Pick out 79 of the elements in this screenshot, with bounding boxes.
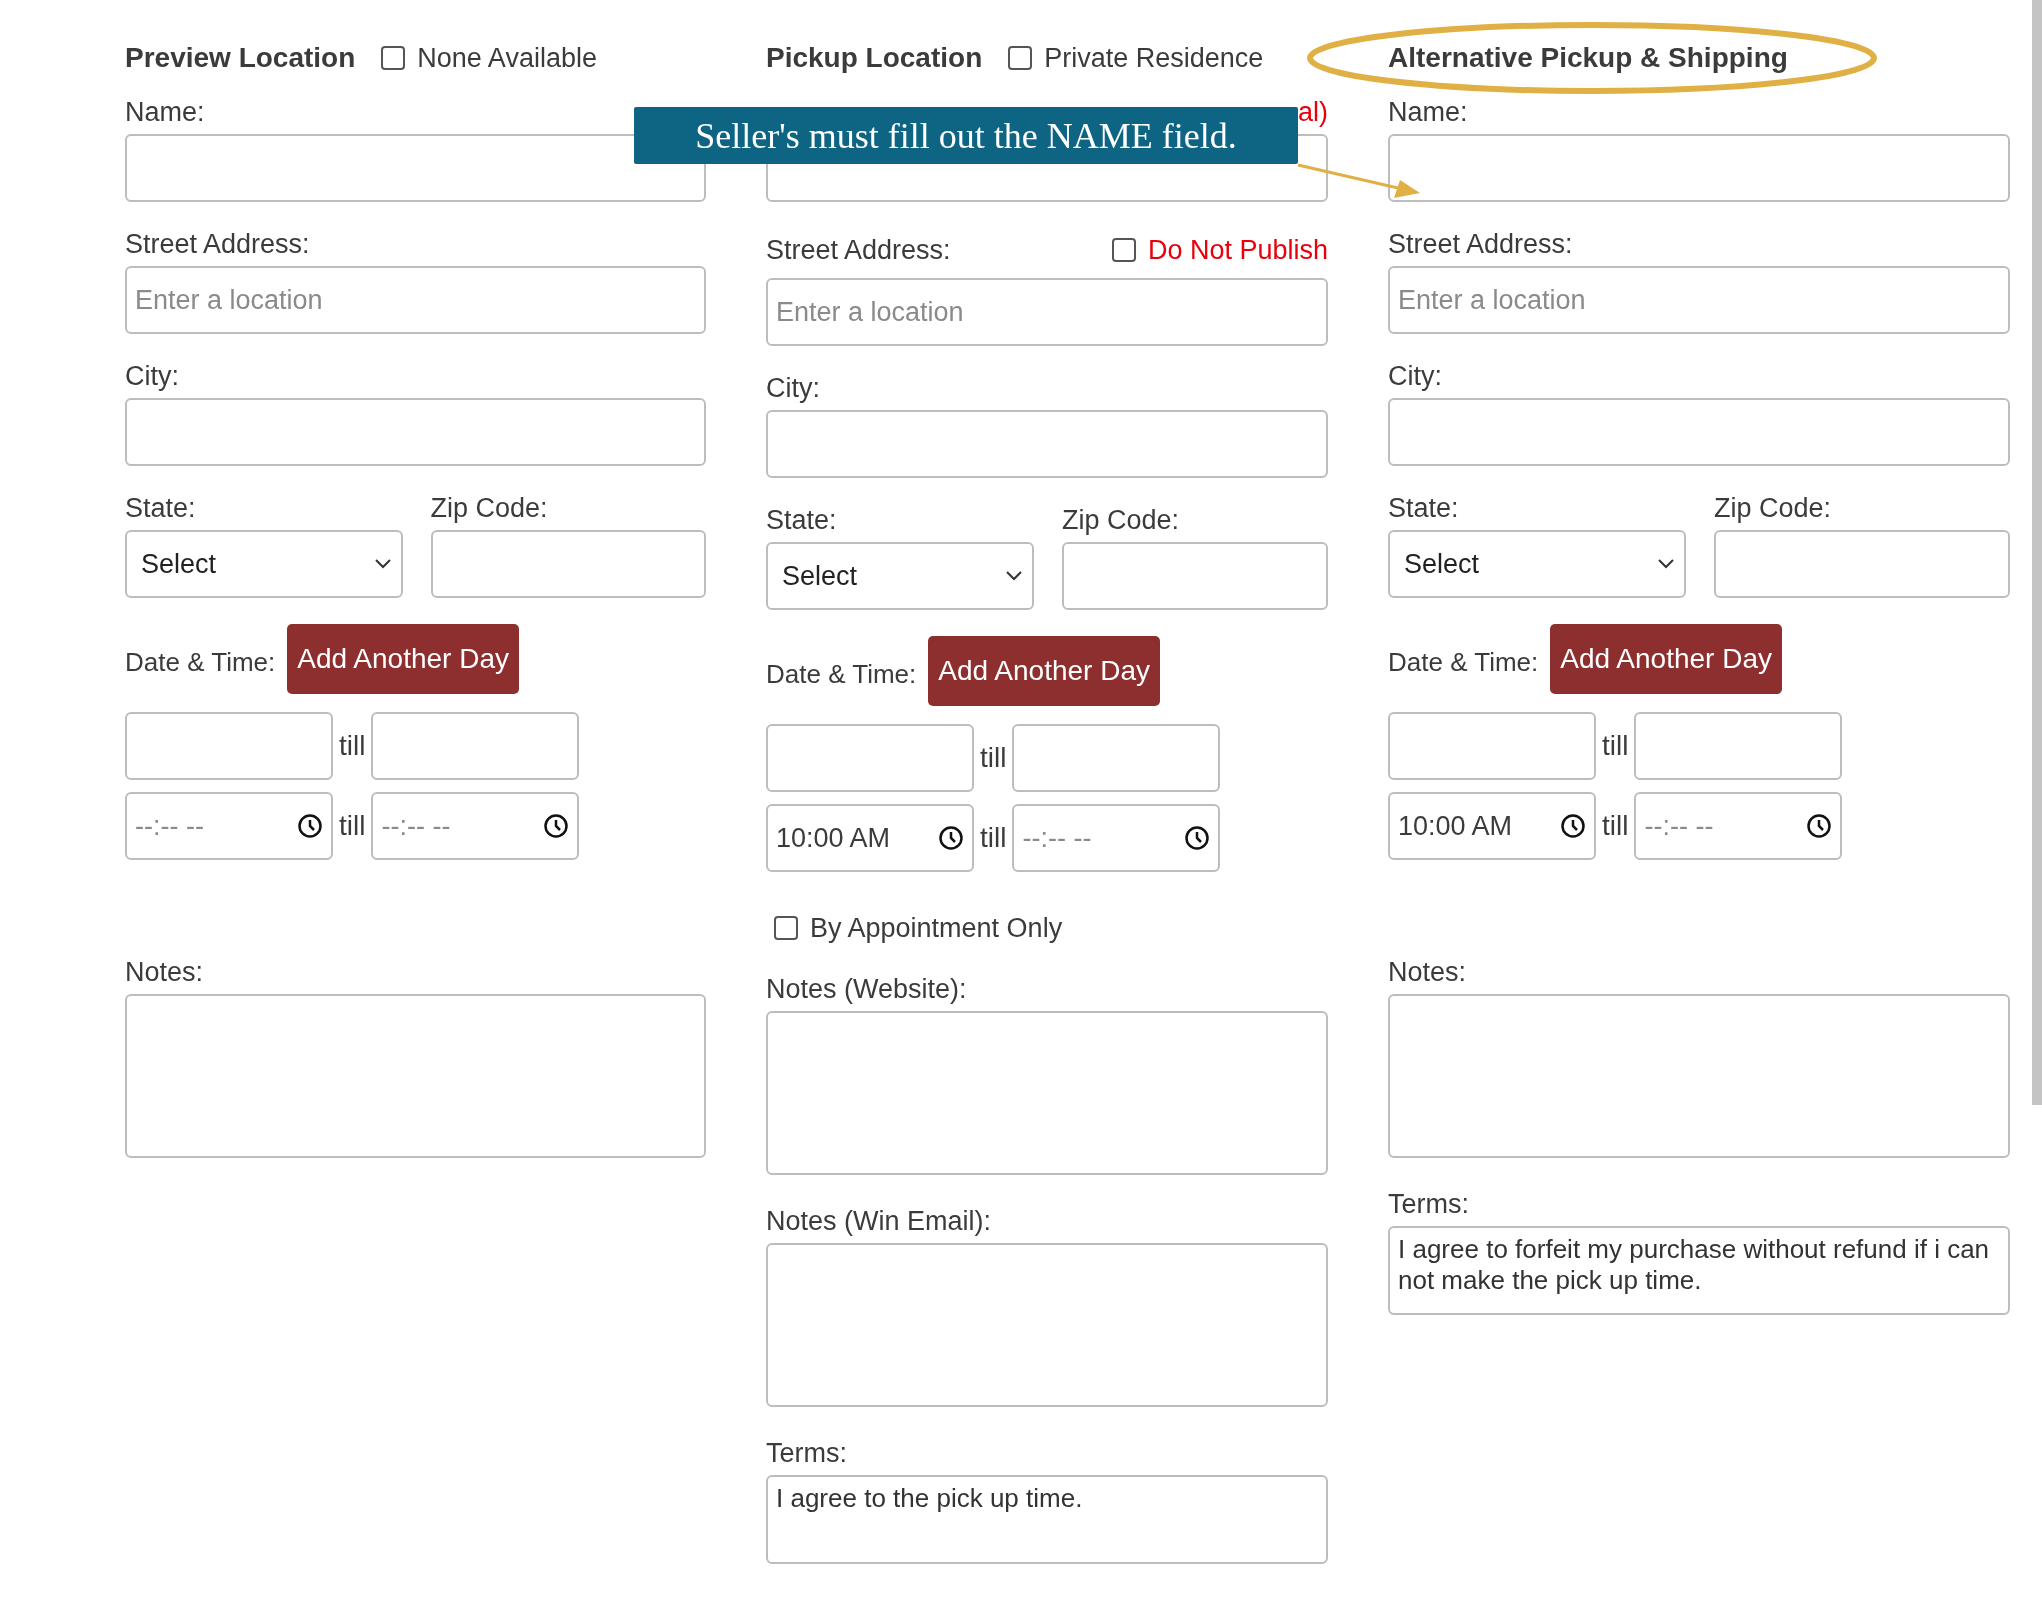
field-label: Notes (Website): [766,972,968,1005]
field-label: City: [125,360,179,392]
till-label: till [1602,809,1629,843]
scrollbar[interactable] [2032,0,2042,1105]
date-field[interactable] [1012,724,1221,792]
field-label: Date & Time: [1388,645,1539,679]
field-label: Zip Code: [430,492,549,524]
field-label: Terms: [1388,1188,1470,1220]
terms-field[interactable]: I agree to forfeit my purchase without refund if i can not make the pick up time. [1388,1226,2010,1315]
till-label: till [1602,729,1629,763]
field-label: State: [125,492,197,524]
input-field[interactable] [1388,398,2010,466]
section-title: Alternative Pickup & Shipping [1388,41,1788,75]
field-note: al) [1298,96,1328,128]
field-label: Name: [1388,96,1468,128]
date-field[interactable] [766,724,974,792]
add-day-button[interactable]: Add Another Day [1550,624,1782,694]
field-label: Date & Time: [766,657,917,691]
time-field[interactable]: 10:00 AM [766,804,974,872]
chevron-icon [1006,571,1022,581]
section-title: Pickup Location [766,41,983,75]
field-label: Notes: [125,956,205,988]
field-label: Street Address: [1388,228,1573,260]
field-label: Date & Time: [125,645,276,679]
zip-field[interactable] [430,530,706,598]
zip-field[interactable] [1714,530,2010,598]
input-field[interactable] [125,398,706,466]
field-label: Street Address: [766,234,951,266]
zip-field[interactable] [1062,542,1328,610]
checkbox-label: Do Not Publish [1147,234,1328,266]
checkbox-label: Private Residence [1044,41,1264,75]
field-label: Name: [125,96,205,128]
field-label: State: [1388,492,1460,524]
clock-icon[interactable] [1806,813,1833,839]
till-label: till [339,809,366,843]
state-select[interactable]: Select [766,542,1034,610]
notes-field[interactable] [766,1242,1328,1407]
clock-icon[interactable] [543,813,570,839]
state-select[interactable]: Select [1388,530,1686,598]
state-select[interactable]: Select [125,530,403,598]
time-field[interactable]: 10:00 AM [1388,792,1596,860]
add-day-button[interactable]: Add Another Day [287,624,519,694]
checkbox[interactable] [1111,238,1136,262]
till-label: till [980,821,1007,855]
date-field[interactable] [1388,712,1596,780]
date-field[interactable] [1634,712,1843,780]
add-day-button[interactable]: Add Another Day [928,636,1160,706]
notes-field[interactable] [1388,994,2010,1158]
terms-field[interactable]: I agree to the pick up time. [766,1474,1328,1564]
checkbox-label: None Available [417,41,597,75]
notes-field[interactable] [766,1010,1328,1175]
section-title: Preview Location [125,41,356,75]
field-label: City: [766,372,820,404]
date-field[interactable] [125,712,333,780]
checkbox[interactable] [381,46,406,70]
checkbox-label: By Appointment Only [810,912,1063,945]
clock-icon[interactable] [1560,813,1586,839]
field-label: Terms: [766,1436,848,1469]
date-field[interactable] [371,712,580,780]
input-field[interactable] [1388,134,2010,202]
clock-icon[interactable] [938,825,964,851]
field-label: Street Address: [125,228,310,260]
field-label: Zip Code: [1714,492,1833,524]
clock-icon[interactable] [1184,825,1211,851]
field-label: Notes (Win Email): [766,1204,993,1237]
checkbox[interactable] [774,916,798,941]
till-label: till [339,729,366,763]
notes-field[interactable] [125,994,706,1158]
input-field[interactable] [766,410,1328,478]
till-label: till [980,741,1007,775]
field-label: Notes: [1388,956,1468,988]
annotation-tooltip: Seller's must fill out the NAME field. [634,107,1298,164]
chevron-icon [374,559,391,569]
field-label: City: [1388,360,1442,392]
chevron-icon [1658,559,1674,569]
field-label: State: [766,504,838,536]
clock-icon[interactable] [297,813,323,839]
field-label: Zip Code: [1062,504,1181,536]
checkbox[interactable] [1008,46,1033,70]
